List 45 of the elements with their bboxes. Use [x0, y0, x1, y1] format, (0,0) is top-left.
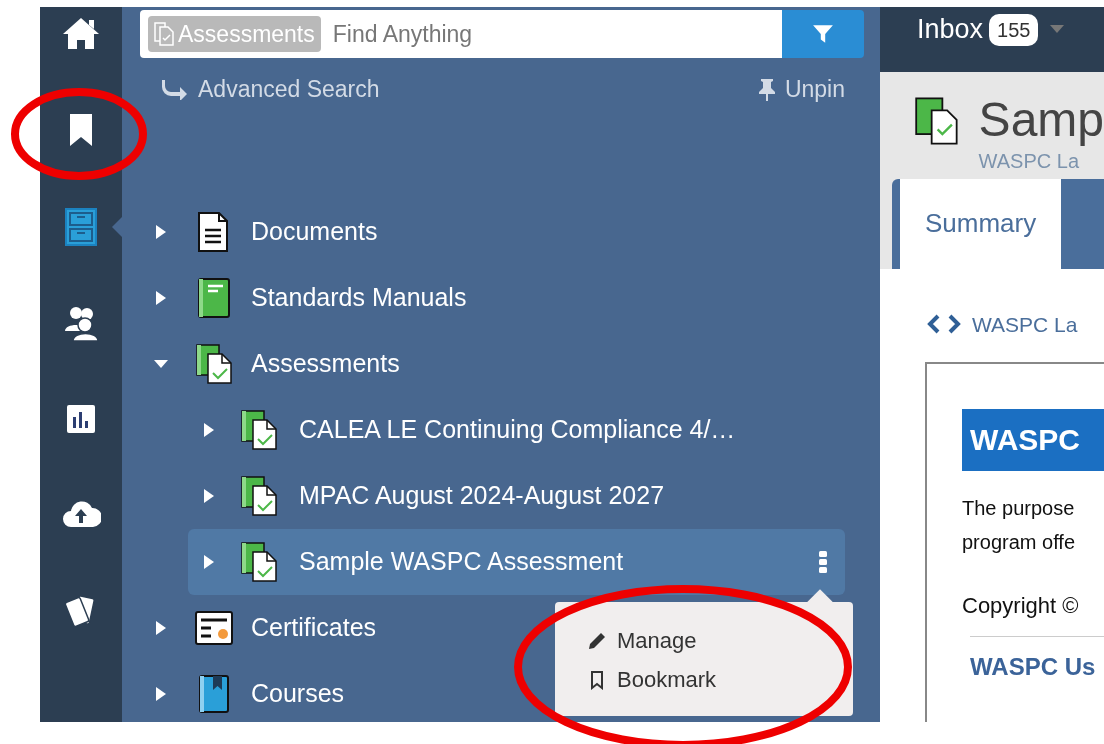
caret-right-icon[interactable]	[154, 619, 168, 636]
tree-row[interactable]: Sample WASPC Assessment	[188, 528, 845, 595]
content-heading: WASPC	[962, 409, 1104, 471]
tree-item[interactable]: CALEA LE Continuing Compliance 4/…	[299, 410, 736, 449]
content-paragraph: The purpose program offe	[962, 496, 1077, 555]
assessment-icon	[240, 409, 278, 450]
menu-item[interactable]: Bookmark	[587, 663, 853, 696]
filter-button[interactable]	[782, 10, 864, 58]
copyright-text: Copyright ©	[962, 592, 1080, 620]
code-icon	[926, 314, 962, 335]
caret-right-icon[interactable]	[202, 553, 216, 570]
pin-icon	[756, 77, 777, 102]
tree-item[interactable]: Courses	[251, 674, 345, 713]
caret-icon[interactable]	[1050, 25, 1065, 35]
tree-item[interactable]: Sample WASPC Assessment	[299, 542, 624, 581]
tree-item[interactable]: Standards Manuals	[251, 278, 467, 317]
assessment-icon	[240, 541, 278, 582]
caret-right-icon[interactable]	[154, 223, 168, 240]
search-input[interactable]: Find Anything	[332, 16, 782, 52]
assessment-icon	[154, 22, 174, 46]
assessment-icon	[240, 475, 278, 516]
advanced-search-link[interactable]: Advanced Search	[162, 72, 380, 107]
caret-right-icon[interactable]	[202, 487, 216, 504]
pencil-icon	[587, 630, 607, 651]
kebab-icon[interactable]	[819, 550, 827, 573]
tab[interactable]: Summary	[892, 178, 1062, 269]
inbox-link[interactable]: Inbox	[917, 9, 984, 50]
assessment-icon	[195, 343, 233, 384]
arrow-icon	[162, 78, 188, 101]
record-title: Samp	[978, 94, 1104, 147]
caret-right-icon[interactable]	[202, 421, 216, 438]
tree-item[interactable]: Assessments	[251, 344, 400, 383]
book-icon	[195, 277, 233, 318]
caret-right-icon[interactable]	[154, 685, 168, 702]
menu-item[interactable]: Manage	[587, 624, 853, 657]
content-link[interactable]: WASPC Us	[970, 649, 1104, 685]
tree-item[interactable]: MPAC August 2024-August 2027	[299, 476, 665, 515]
caret-right-icon[interactable]	[154, 289, 168, 306]
inbox-count: 155	[989, 13, 1039, 46]
record-subtitle: WASPC La	[978, 149, 1080, 175]
filter-icon	[812, 23, 834, 45]
tree-item[interactable]: Certificates	[251, 608, 377, 647]
breadcrumb[interactable]: WASPC La	[972, 308, 1078, 340]
tree-item[interactable]: Documents	[251, 212, 378, 251]
unpin-button[interactable]: Unpin	[756, 72, 845, 107]
